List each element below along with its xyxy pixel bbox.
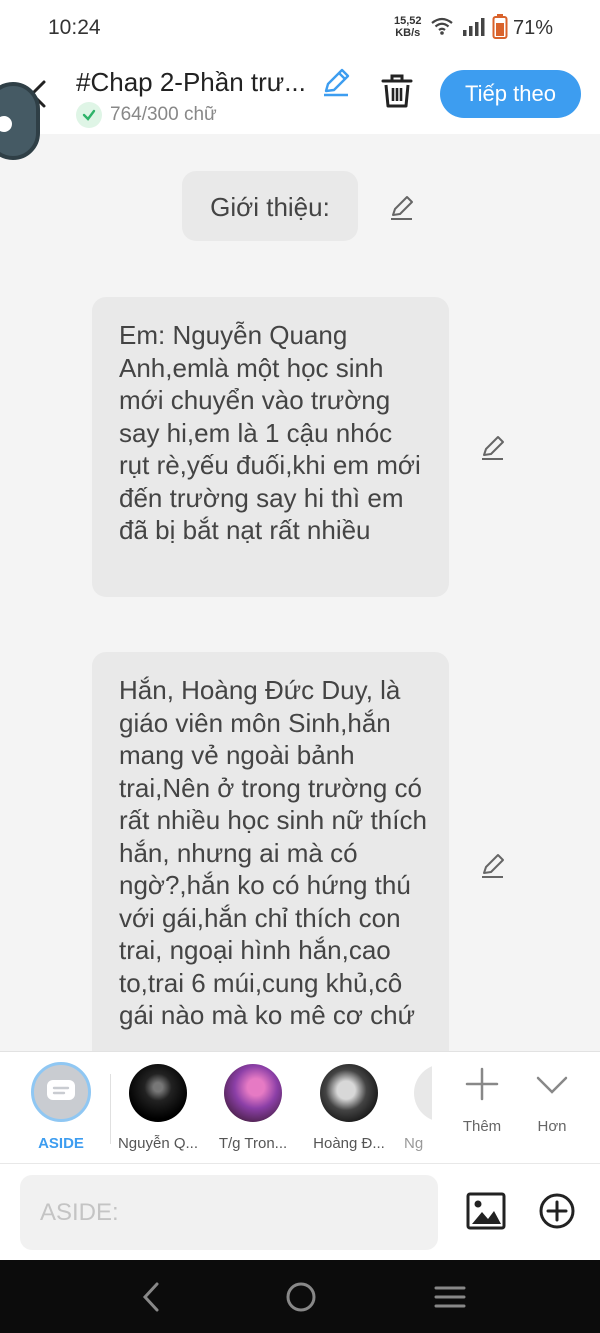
divider bbox=[110, 1074, 111, 1144]
aside-avatar bbox=[31, 1062, 91, 1122]
character-name: Hoàng Đ... bbox=[313, 1135, 385, 1152]
character-name: Nguyễn Q... bbox=[117, 1135, 199, 1152]
plus-icon bbox=[465, 1067, 499, 1101]
character-selector: ASIDE Nguyễn Q... T/g Tron... Hoàng Đ...… bbox=[0, 1051, 600, 1163]
status-time: 10:24 bbox=[48, 16, 101, 39]
nav-back-icon[interactable] bbox=[137, 1280, 165, 1314]
character-item[interactable]: Ng bbox=[390, 1062, 432, 1152]
trash-icon[interactable] bbox=[380, 73, 414, 109]
message-bubble[interactable]: Giới thiệu: bbox=[182, 171, 358, 241]
message-bubble[interactable]: Hắn, Hoàng Đức Duy, là giáo viên môn Sin… bbox=[92, 652, 449, 1051]
collapse-button[interactable]: Hơn bbox=[522, 1066, 582, 1135]
compose-bar bbox=[0, 1163, 600, 1260]
chat-bubble-icon bbox=[47, 1080, 75, 1100]
edit-message-pencil-icon[interactable] bbox=[479, 852, 507, 880]
character-name: Ng bbox=[404, 1135, 424, 1152]
avatar bbox=[414, 1064, 432, 1122]
system-nav-bar bbox=[0, 1260, 600, 1333]
edit-message-pencil-icon[interactable] bbox=[479, 434, 507, 462]
nav-home-icon[interactable] bbox=[284, 1280, 318, 1314]
checkmark-icon bbox=[76, 102, 102, 128]
nav-menu-icon[interactable] bbox=[433, 1280, 467, 1314]
signal-icon bbox=[463, 18, 485, 36]
character-aside[interactable]: ASIDE bbox=[16, 1062, 106, 1152]
add-circle-icon[interactable] bbox=[538, 1192, 576, 1230]
avatar bbox=[320, 1064, 378, 1122]
edit-title-pencil-icon[interactable] bbox=[320, 66, 352, 98]
message-input[interactable] bbox=[20, 1175, 438, 1250]
battery-icon bbox=[492, 14, 508, 39]
character-item[interactable]: T/g Tron... bbox=[208, 1062, 298, 1152]
edit-message-pencil-icon[interactable] bbox=[388, 194, 416, 222]
character-name: ASIDE bbox=[38, 1135, 84, 1152]
wifi-icon bbox=[431, 17, 453, 35]
message-list: Giới thiệu: Em: Nguyễn Quang Anh,emlà mộ… bbox=[0, 134, 600, 1051]
next-button[interactable]: Tiếp theo bbox=[440, 70, 581, 118]
editor-header: #Chap 2-Phần trư... 764/300 chữ Tiếp the… bbox=[0, 56, 600, 134]
network-speed: 15,52 KB/s bbox=[394, 15, 422, 39]
chapter-title[interactable]: #Chap 2-Phần trư... bbox=[76, 67, 306, 98]
character-name: T/g Tron... bbox=[218, 1135, 288, 1152]
character-item[interactable]: Hoàng Đ... bbox=[304, 1062, 394, 1152]
add-character-button[interactable]: Thêm bbox=[452, 1066, 512, 1135]
image-icon[interactable] bbox=[466, 1192, 506, 1230]
status-bar: 10:24 15,52 KB/s 71% bbox=[0, 0, 600, 56]
avatar bbox=[224, 1064, 282, 1122]
word-count-text: 764/300 chữ bbox=[110, 104, 217, 125]
word-count: 764/300 chữ bbox=[76, 102, 217, 128]
battery-percent: 71% bbox=[513, 17, 554, 39]
chevron-down-icon bbox=[536, 1076, 568, 1094]
avatar bbox=[129, 1064, 187, 1122]
message-bubble[interactable]: Em: Nguyễn Quang Anh,emlà một học sinh m… bbox=[92, 297, 449, 597]
character-item[interactable]: Nguyễn Q... bbox=[113, 1062, 203, 1152]
